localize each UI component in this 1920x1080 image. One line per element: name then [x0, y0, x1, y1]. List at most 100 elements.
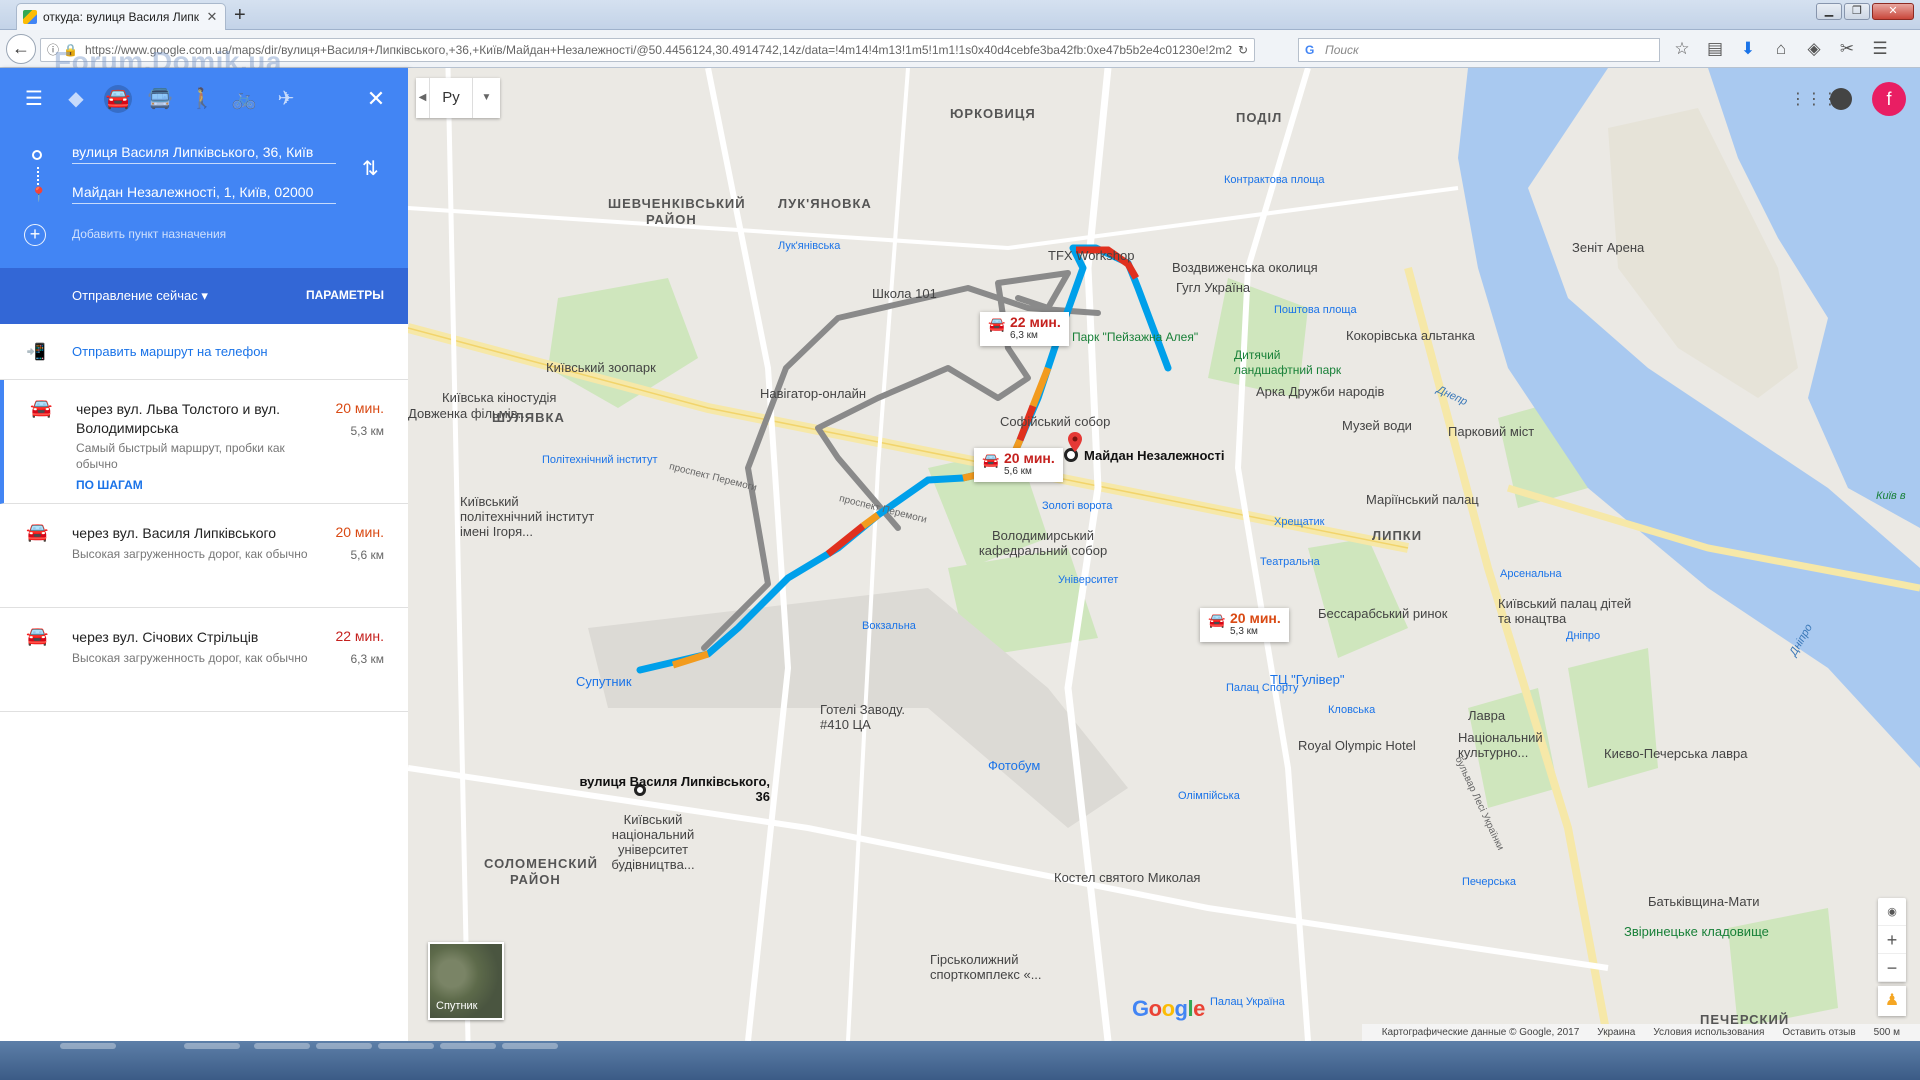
scale-bar[interactable]: 500 м [1874, 1024, 1900, 1041]
park-label[interactable]: Парк "Пейзажна Алея" [1072, 330, 1198, 344]
step-by-step-link[interactable]: ПО ШАГАМ [76, 478, 143, 492]
my-location-icon[interactable]: ◉ [1878, 898, 1906, 926]
origin-input[interactable]: вулиця Василя Липківського, 36, Київ [72, 144, 336, 164]
metro-label[interactable]: Арсенальна [1500, 568, 1562, 580]
metro-label[interactable]: Лук'янівська [778, 240, 840, 252]
poi-label[interactable]: Київська кіностудія [442, 390, 556, 405]
poi-label[interactable]: Гірськолижний спорткомплекс «... [930, 952, 1060, 982]
poi-label[interactable]: Довженка фільмів... [408, 406, 528, 421]
home-icon[interactable]: ⌂ [1771, 39, 1791, 59]
best-route-icon[interactable]: ◆ [62, 85, 90, 113]
poi-label[interactable]: Національний культурно... [1458, 730, 1568, 760]
language-selector[interactable]: ◀ Ру ▼ [416, 78, 500, 118]
metro-label[interactable]: Печерська [1462, 876, 1516, 888]
poi-label[interactable]: Батьківщина-Мати [1648, 894, 1760, 909]
poi-label[interactable]: Зеніт Арена [1572, 240, 1644, 255]
driving-icon[interactable]: 🚘 [104, 85, 132, 113]
apps-grid-icon[interactable]: ⋮⋮⋮ [1790, 89, 1838, 109]
close-tab-icon[interactable]: ✕ [205, 9, 219, 25]
taskbar-item[interactable] [184, 1043, 240, 1049]
cycling-icon[interactable]: 🚲 [230, 85, 258, 113]
poi-label[interactable]: Фотобум [988, 758, 1040, 773]
taskbar-item[interactable] [440, 1043, 496, 1049]
destination-input[interactable]: Майдан Незалежності, 1, Київ, 02000 [72, 184, 336, 204]
poi-label[interactable]: Бессарабський ринок [1318, 606, 1447, 621]
terms-link[interactable]: Условия использования [1653, 1024, 1764, 1041]
options-button[interactable]: ПАРАМЕТРЫ [306, 288, 384, 302]
metro-label[interactable]: Олімпійська [1178, 790, 1240, 802]
browser-search-field[interactable]: G Поиск [1298, 38, 1660, 62]
feedback-link[interactable]: Оставить отзыв [1782, 1024, 1855, 1041]
taskbar-item[interactable] [254, 1043, 310, 1049]
taskbar-item[interactable] [502, 1043, 558, 1049]
metro-label[interactable]: Університет [1058, 574, 1118, 586]
poi-label[interactable]: Київський політехнічний інститут імені І… [460, 494, 600, 539]
poi-label[interactable]: Музей води [1342, 418, 1412, 433]
transit-icon[interactable]: 🚍 [146, 85, 174, 113]
map-canvas[interactable]: 🚘 22 мин. 6,3 км 🚘 20 мин. 5,6 км 🚘 20 м… [408, 68, 1920, 1041]
maximize-button[interactable]: ❐ [1844, 3, 1870, 20]
download-icon[interactable]: ⬇ [1738, 39, 1758, 59]
avatar[interactable]: f [1872, 82, 1906, 116]
zoom-out-button[interactable]: − [1878, 954, 1906, 982]
poi-label[interactable]: Гугл Україна [1176, 280, 1250, 295]
browser-tab[interactable]: откуда: вулиця Василя Липк ✕ [16, 3, 226, 30]
metro-label[interactable]: Театральна [1260, 556, 1320, 568]
poi-label[interactable]: Володимирський кафедральний собор [968, 528, 1118, 558]
poi-label[interactable]: Софійський собор [1000, 414, 1110, 429]
metro-label[interactable]: Поштова площа [1274, 304, 1357, 316]
poi-label[interactable]: Парковий міст [1448, 424, 1534, 439]
chevron-down-icon[interactable]: ▼ [472, 78, 500, 118]
poi-label[interactable]: Арка Дружби народів [1256, 384, 1384, 399]
metro-label[interactable]: Політехнічний інститут [542, 454, 658, 466]
poi-label[interactable]: Воздвиженська околиця [1172, 260, 1318, 275]
depart-time-dropdown[interactable]: Отправление сейчас ▾ [72, 288, 208, 304]
poi-label[interactable]: Школа 101 [872, 286, 937, 301]
walking-icon[interactable]: 🚶 [188, 85, 216, 113]
pocket-icon[interactable]: ◈ [1804, 39, 1824, 59]
country-link[interactable]: Украина [1597, 1024, 1635, 1041]
send-to-phone-row[interactable]: 📲 Отправить маршрут на телефон [0, 324, 408, 380]
minimize-button[interactable]: ▁ [1816, 3, 1842, 20]
poi-label[interactable]: Київський національний університет будів… [588, 812, 718, 872]
metro-label[interactable]: Кловська [1328, 704, 1375, 716]
menu-icon[interactable]: ☰ [1870, 39, 1890, 59]
route-option[interactable]: 🚘 через вул. Льва Толстого и вул. Володи… [0, 380, 408, 504]
poi-label[interactable]: Київський зоопарк [546, 360, 656, 375]
satellite-toggle[interactable]: Спутник [428, 942, 504, 1020]
taskbar-item[interactable] [60, 1043, 116, 1049]
poi-label[interactable]: Костел святого Миколая [1054, 870, 1200, 885]
poi-label[interactable]: Звіринецьке кладовище [1624, 924, 1769, 939]
add-destination-label[interactable]: Добавить пункт назначения [72, 227, 226, 241]
back-button[interactable]: ← [6, 34, 36, 64]
route-time-callout[interactable]: 🚘 22 мин. 6,3 км [980, 312, 1069, 346]
close-window-button[interactable]: ✕ [1872, 3, 1914, 20]
poi-label[interactable]: Готелі Заводу. #410 ЦА [820, 702, 930, 732]
route-time-callout[interactable]: 🚘 20 мин. 5,6 км [974, 448, 1063, 482]
poi-label[interactable]: Royal Olympic Hotel [1298, 738, 1416, 753]
poi-label[interactable]: Супутник [576, 674, 632, 689]
poi-label[interactable]: Київський палац дітей та юнацтва [1498, 596, 1638, 626]
route-option[interactable]: 🚘 через вул. Василя Липківського 20 мин.… [0, 504, 408, 608]
metro-label[interactable]: Палац Україна [1210, 996, 1285, 1008]
poi-label[interactable]: Маріїнський палац [1366, 492, 1479, 507]
poi-label[interactable]: Навігатор-онлайн [760, 386, 866, 401]
destination-pin-icon[interactable] [1068, 432, 1082, 452]
park-label[interactable]: Дитячий ландшафтний парк [1234, 348, 1354, 378]
flight-icon[interactable]: ✈ [272, 85, 300, 113]
poi-label[interactable]: Кокорівська альтанка [1346, 328, 1475, 343]
route-time-callout[interactable]: 🚘 20 мин. 5,3 км [1200, 608, 1289, 642]
poi-label[interactable]: Києво-Печерська лавра [1604, 746, 1747, 761]
swap-icon[interactable]: ⇅ [362, 156, 379, 181]
metro-label[interactable]: Палац Спорту [1226, 682, 1298, 694]
menu-icon[interactable]: ☰ [20, 85, 48, 113]
close-directions-icon[interactable]: ✕ [362, 85, 390, 113]
metro-label[interactable]: Хрещатик [1274, 516, 1325, 528]
extension-icon[interactable]: ✂ [1837, 39, 1857, 59]
new-tab-icon[interactable]: + [234, 4, 246, 27]
metro-label[interactable]: Контрактова площа [1224, 174, 1325, 186]
poi-label[interactable]: Лавра [1468, 708, 1505, 723]
reader-icon[interactable]: ▤ [1705, 39, 1725, 59]
reload-icon[interactable]: ↻ [1231, 39, 1248, 61]
taskbar-item[interactable] [316, 1043, 372, 1049]
